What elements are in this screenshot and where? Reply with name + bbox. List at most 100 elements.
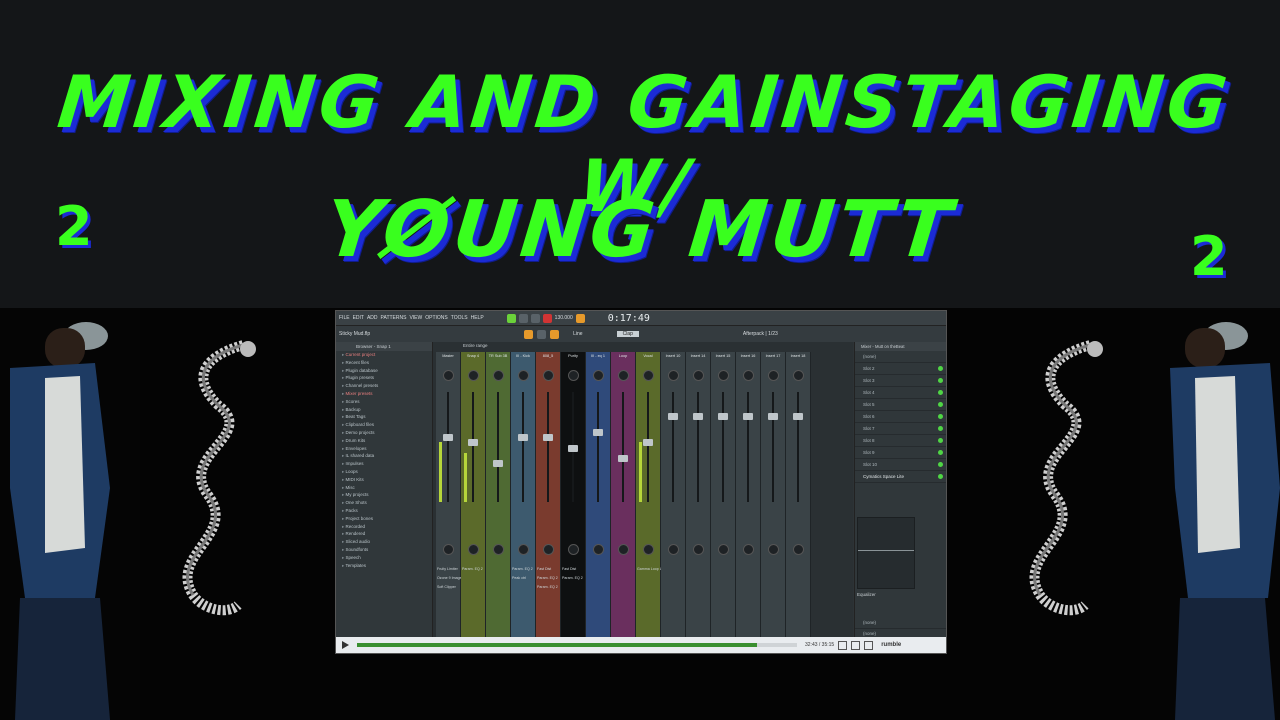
- browser-item[interactable]: Drum Kits: [336, 437, 432, 445]
- pan-knob[interactable]: [718, 370, 729, 381]
- volume-fader[interactable]: [668, 413, 678, 420]
- mixer-strip[interactable]: Insert 17: [761, 352, 786, 637]
- slot-enabled-led[interactable]: [938, 366, 943, 371]
- pan-knob[interactable]: [493, 370, 504, 381]
- effect-slot[interactable]: Slot 6: [855, 411, 946, 423]
- eq-graph[interactable]: [857, 517, 915, 589]
- mixer-strip[interactable]: Vocal Gamma Loop Lite: [636, 352, 666, 637]
- volume-fader[interactable]: [593, 428, 603, 436]
- menu-view[interactable]: VIEW: [409, 315, 422, 321]
- volume-fader[interactable]: [443, 434, 453, 441]
- browser-item[interactable]: Project bones: [336, 515, 432, 523]
- effect-slot[interactable]: Slot 8: [855, 435, 946, 447]
- send-knob[interactable]: [718, 544, 729, 555]
- volume-fader[interactable]: [743, 413, 753, 420]
- browser-item[interactable]: My projects: [336, 491, 432, 499]
- volume-fader[interactable]: [518, 434, 528, 441]
- tempo-display[interactable]: 130.000: [555, 315, 573, 321]
- browser-item[interactable]: Plugin presets: [336, 374, 432, 382]
- browser-item[interactable]: Impulses: [336, 460, 432, 468]
- slot-enabled-led[interactable]: [938, 390, 943, 395]
- send-knob[interactable]: [593, 544, 604, 555]
- slot-enabled-led[interactable]: [938, 426, 943, 431]
- pan-knob[interactable]: [543, 370, 554, 381]
- send-knob[interactable]: [543, 544, 554, 555]
- mixer-strip[interactable]: Master Fruity Limiter Ozone 9 Imager 2 Soft…: [436, 352, 466, 637]
- pan-knob[interactable]: [743, 370, 754, 381]
- channel-select[interactable]: Clap: [616, 331, 639, 337]
- volume-fader[interactable]: [793, 413, 803, 420]
- volume-fader[interactable]: [543, 434, 553, 441]
- mixer-strip[interactable]: III - eq 1: [586, 352, 611, 637]
- pan-knob[interactable]: [593, 370, 604, 381]
- effect-slot[interactable]: Slot 3: [855, 375, 946, 387]
- browser-item[interactable]: Beat Tags: [336, 413, 432, 421]
- send-knob[interactable]: [493, 544, 504, 555]
- volume-fader[interactable]: [693, 413, 703, 420]
- pan-knob[interactable]: [643, 370, 654, 381]
- send-knob[interactable]: [518, 544, 529, 555]
- record-button[interactable]: [542, 313, 552, 323]
- video-progress-bar[interactable]: [357, 643, 797, 647]
- settings-icon[interactable]: [851, 640, 861, 650]
- mixer-strip[interactable]: Insert 10: [661, 352, 686, 637]
- video-play-icon[interactable]: [342, 641, 349, 649]
- tool-button-3[interactable]: [550, 329, 560, 339]
- volume-icon[interactable]: [838, 640, 848, 650]
- pan-knob[interactable]: [518, 370, 529, 381]
- menu-help[interactable]: HELP: [471, 315, 484, 321]
- send-knob[interactable]: [793, 544, 804, 555]
- fullscreen-icon[interactable]: [864, 640, 874, 650]
- pan-knob[interactable]: [693, 370, 704, 381]
- menu-file[interactable]: FILE: [339, 315, 350, 321]
- menu-patterns[interactable]: PATTERNS: [381, 315, 407, 321]
- send-knob[interactable]: [768, 544, 779, 555]
- menu-tools[interactable]: TOOLS: [451, 315, 468, 321]
- browser-item[interactable]: Scores: [336, 398, 432, 406]
- browser-item[interactable]: Rendered: [336, 530, 432, 538]
- browser-item[interactable]: Demo projects: [336, 429, 432, 437]
- slot-enabled-led[interactable]: [938, 402, 943, 407]
- browser-item[interactable]: Recent files: [336, 359, 432, 367]
- volume-fader[interactable]: [493, 460, 503, 468]
- volume-fader[interactable]: [718, 413, 728, 420]
- pan-knob[interactable]: [568, 370, 579, 381]
- pan-knob[interactable]: [668, 370, 679, 381]
- browser-item[interactable]: Channel presets: [336, 382, 432, 390]
- browser-item[interactable]: Plugin database: [336, 367, 432, 375]
- mixer-strip[interactable]: III - Kick Param. EQ 2 Peak ctrl: [511, 352, 536, 637]
- mixer-strip[interactable]: Purity Fast Dist Param. EQ 2: [561, 352, 586, 637]
- pan-knob[interactable]: [768, 370, 779, 381]
- send-knob[interactable]: [668, 544, 679, 555]
- browser-item[interactable]: Mixer presets: [336, 390, 432, 398]
- effect-slot[interactable]: Slot 2: [855, 363, 946, 375]
- send-knob[interactable]: [743, 544, 754, 555]
- pattern-mode-button[interactable]: [506, 313, 516, 323]
- browser-item[interactable]: Templates: [336, 562, 432, 570]
- mixer-strip[interactable]: Insert 15: [711, 352, 736, 637]
- slot-enabled-led[interactable]: [938, 474, 943, 479]
- mixer-strip[interactable]: TR Sub 3B: [486, 352, 511, 637]
- tool-button-1[interactable]: [524, 329, 534, 339]
- play-button[interactable]: [518, 313, 528, 323]
- browser-item[interactable]: Sliced audio: [336, 538, 432, 546]
- rumble-logo[interactable]: rumble: [881, 642, 901, 648]
- browser-item[interactable]: Backup: [336, 406, 432, 414]
- menu-options[interactable]: OPTIONS: [425, 315, 448, 321]
- snap-button[interactable]: [575, 313, 585, 323]
- mixer-strip[interactable]: Insert 14: [686, 352, 711, 637]
- stop-button[interactable]: [530, 313, 540, 323]
- volume-fader[interactable]: [618, 455, 628, 462]
- effect-slot[interactable]: Slot 5: [855, 399, 946, 411]
- active-effect-slot[interactable]: Cymatics Space Lite: [855, 471, 946, 483]
- slot-enabled-led[interactable]: [938, 462, 943, 467]
- browser-item[interactable]: Clipboard files: [336, 421, 432, 429]
- effect-slot[interactable]: Slot 9: [855, 447, 946, 459]
- mixer-strip[interactable]: Insert 18: [786, 352, 811, 637]
- effect-slot[interactable]: Slot 10: [855, 459, 946, 471]
- slot-enabled-led[interactable]: [938, 450, 943, 455]
- browser-item[interactable]: One Shots: [336, 499, 432, 507]
- pan-knob[interactable]: [468, 370, 479, 381]
- insert-input-select[interactable]: (none): [855, 351, 946, 363]
- mixer-strip[interactable]: Insert 16: [736, 352, 761, 637]
